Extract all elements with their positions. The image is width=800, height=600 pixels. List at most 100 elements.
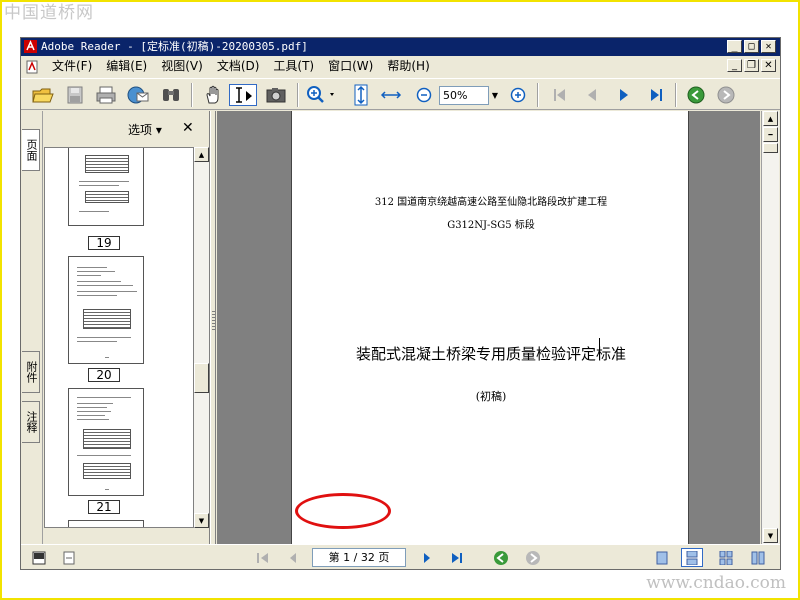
minimize-button[interactable]: _ bbox=[727, 40, 742, 53]
next-page-button[interactable] bbox=[613, 84, 635, 106]
doc-close-button[interactable]: ✕ bbox=[761, 59, 776, 72]
menu-file[interactable]: 文件(F) bbox=[45, 56, 99, 77]
page-thumbnail[interactable] bbox=[68, 388, 144, 496]
panel-bottom-bar bbox=[44, 528, 194, 543]
scroll-split-handle[interactable]: ━ bbox=[763, 127, 778, 142]
thumbnail-page-number: 19 bbox=[88, 236, 120, 250]
thumbnail-page-number: 21 bbox=[88, 500, 120, 514]
toolbar-separator bbox=[537, 83, 539, 107]
adobe-reader-window: Adobe Reader - [定标准(初稿)-20200305.pdf] _ … bbox=[20, 37, 781, 570]
facing-view-button[interactable] bbox=[715, 548, 737, 567]
last-page-button[interactable] bbox=[645, 84, 667, 106]
scroll-up-button[interactable]: ▲ bbox=[763, 111, 778, 126]
document-scrollbar[interactable]: ▲ ━ ▼ bbox=[761, 111, 779, 544]
toolbar-separator bbox=[191, 83, 193, 107]
close-icon: ✕ bbox=[765, 40, 772, 52]
single-page-view-button[interactable] bbox=[651, 548, 673, 567]
status-last-page-button[interactable] bbox=[447, 548, 467, 567]
next-page-icon bbox=[424, 552, 430, 563]
document-subtitle: (初稿) bbox=[475, 390, 507, 403]
scroll-down-button[interactable]: ▼ bbox=[194, 513, 209, 528]
print-button[interactable] bbox=[93, 84, 119, 106]
snapshot-button[interactable] bbox=[263, 84, 289, 106]
zoom-plus-icon bbox=[510, 87, 526, 103]
status-back-button[interactable] bbox=[491, 548, 511, 567]
page-thumbnail[interactable] bbox=[68, 148, 144, 226]
close-button[interactable]: ✕ bbox=[761, 40, 776, 53]
open-button[interactable] bbox=[31, 84, 55, 106]
scroll-thumb[interactable] bbox=[194, 363, 209, 393]
status-previous-page-button[interactable] bbox=[283, 548, 303, 567]
pdf-document-icon[interactable] bbox=[25, 60, 39, 74]
document-properties-button[interactable] bbox=[59, 548, 79, 567]
fit-page-button[interactable] bbox=[349, 84, 373, 106]
close-icon: ✕ bbox=[764, 59, 773, 71]
thumbnails-scrollbar[interactable]: ▲ ▼ bbox=[194, 147, 209, 528]
document-page[interactable]: 312 国道南京绕越高速公路至仙隐北路段改扩建工程 G312NJ-SG5 标段 … bbox=[291, 111, 689, 544]
zoom-in-button[interactable] bbox=[507, 84, 529, 106]
first-page-button[interactable] bbox=[549, 84, 571, 106]
splitter-grip[interactable] bbox=[212, 311, 215, 331]
go-forward-button[interactable] bbox=[715, 84, 737, 106]
hand-tool-button[interactable] bbox=[201, 84, 225, 106]
page-thumbnail[interactable] bbox=[68, 256, 144, 364]
previous-page-button[interactable] bbox=[581, 84, 603, 106]
status-next-page-button[interactable] bbox=[417, 548, 437, 567]
maximize-icon: □ bbox=[748, 40, 755, 52]
continuous-view-button[interactable] bbox=[681, 548, 703, 567]
chevron-down-icon: ▼ bbox=[491, 91, 499, 100]
status-first-page-button[interactable] bbox=[253, 548, 273, 567]
next-page-icon bbox=[620, 89, 628, 101]
panel-options-button[interactable]: 选项 ▾ bbox=[128, 121, 162, 138]
go-back-button[interactable] bbox=[685, 84, 707, 106]
select-text-icon bbox=[236, 87, 252, 103]
menu-view[interactable]: 视图(V) bbox=[154, 56, 210, 77]
document-view: 312 国道南京绕越高速公路至仙隐北路段改扩建工程 G312NJ-SG5 标段 … bbox=[217, 111, 760, 544]
restore-icon: ❐ bbox=[747, 59, 756, 71]
status-forward-button[interactable] bbox=[523, 548, 543, 567]
select-text-button[interactable] bbox=[229, 84, 257, 106]
tab-comments[interactable]: 注释 bbox=[22, 401, 40, 443]
toolbar-separator bbox=[675, 83, 677, 107]
scroll-up-button[interactable]: ▲ bbox=[194, 147, 209, 162]
maximize-button[interactable]: □ bbox=[744, 40, 759, 53]
thumbnail-image bbox=[68, 388, 144, 496]
email-icon bbox=[127, 86, 149, 104]
continuous-facing-icon bbox=[751, 551, 765, 564]
doc-minimize-button[interactable]: _ bbox=[727, 59, 742, 72]
page-number-field[interactable]: 第 1 / 32 页 bbox=[312, 548, 406, 567]
scroll-down-button[interactable]: ▼ bbox=[763, 528, 778, 543]
zoom-out-button[interactable] bbox=[413, 84, 435, 106]
doc-restore-button[interactable]: ❐ bbox=[744, 59, 759, 72]
print-icon bbox=[96, 86, 116, 104]
toolbar: 50% ▼ bbox=[21, 78, 780, 110]
menu-help[interactable]: 帮助(H) bbox=[380, 56, 436, 77]
save-button[interactable] bbox=[63, 84, 87, 106]
panel-splitter[interactable] bbox=[210, 111, 216, 544]
text-cursor bbox=[599, 338, 600, 358]
menu-document[interactable]: 文档(D) bbox=[210, 56, 267, 77]
highlight-annotation-ellipse bbox=[295, 493, 391, 529]
menu-tools[interactable]: 工具(T) bbox=[266, 56, 321, 77]
thumbnail-image bbox=[68, 520, 144, 527]
search-button[interactable] bbox=[159, 84, 183, 106]
menu-window[interactable]: 窗口(W) bbox=[321, 56, 380, 77]
thumbnail-table bbox=[85, 191, 129, 203]
scroll-thumb[interactable] bbox=[763, 143, 778, 153]
hand-tool-icon bbox=[206, 85, 219, 104]
menu-edit[interactable]: 编辑(E) bbox=[99, 56, 154, 77]
zoom-in-icon bbox=[307, 86, 334, 103]
continuous-facing-view-button[interactable] bbox=[747, 548, 769, 567]
email-button[interactable] bbox=[125, 84, 151, 106]
zoom-level-field[interactable]: 50% bbox=[439, 86, 489, 105]
tab-attachments[interactable]: 附件 bbox=[22, 351, 40, 393]
project-name: 312 国道南京绕越高速公路至仙隐北路段改扩建工程 bbox=[374, 197, 608, 208]
zoom-dropdown-button[interactable]: ▼ bbox=[489, 86, 501, 105]
zoom-in-tool-button[interactable] bbox=[305, 84, 339, 106]
fit-width-button[interactable] bbox=[379, 84, 403, 106]
page-thumbnail[interactable] bbox=[68, 520, 144, 527]
panel-close-button[interactable]: ✕ bbox=[182, 120, 194, 136]
thumbnail-image bbox=[68, 148, 144, 226]
panel-toggle-button[interactable] bbox=[29, 548, 49, 567]
tab-pages[interactable]: 页面 bbox=[22, 129, 40, 171]
